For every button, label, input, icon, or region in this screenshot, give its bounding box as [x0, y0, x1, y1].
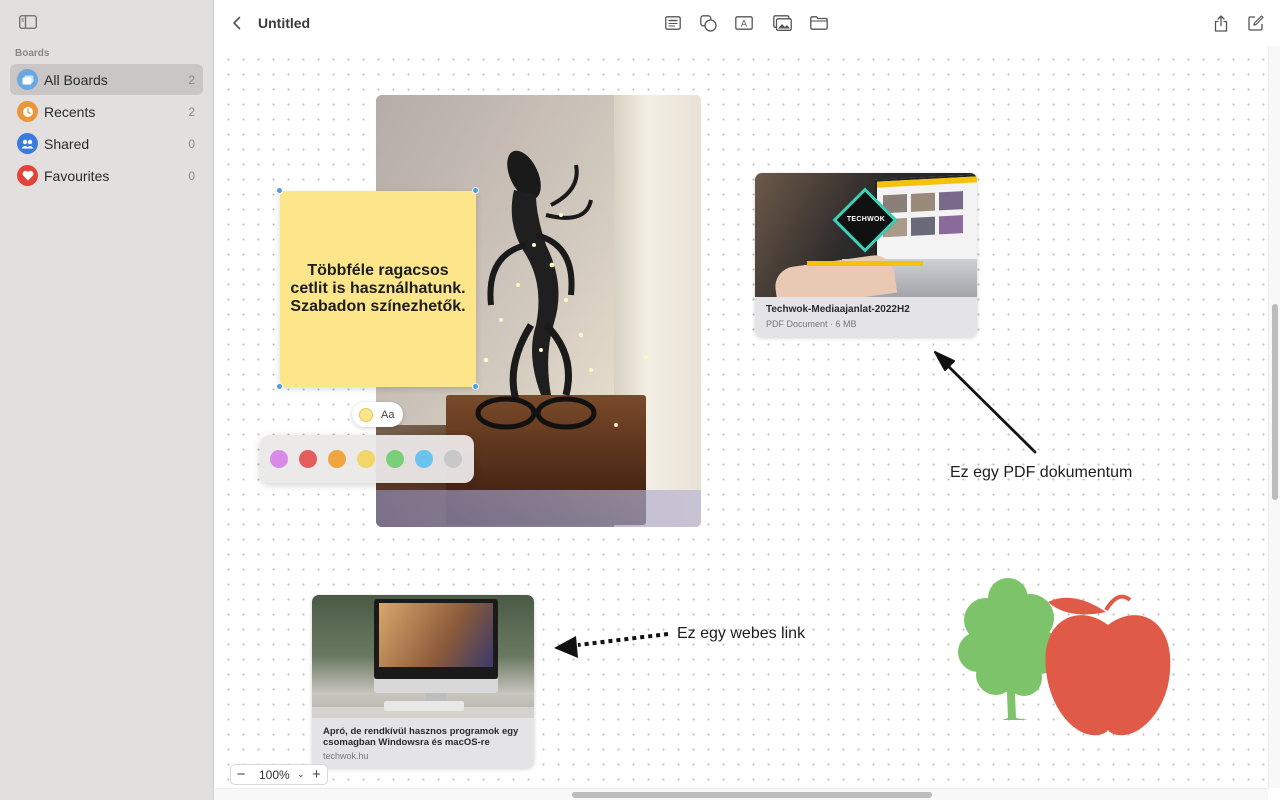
sidebar-item-shared[interactable]: Shared 0 [10, 128, 203, 159]
sticky-note[interactable]: Többféle ragacsos cetlit is használhatun… [280, 191, 476, 387]
color-swatch-purple[interactable] [270, 450, 288, 468]
imac-image [374, 599, 498, 679]
sidebar-toggle-icon[interactable] [19, 15, 37, 29]
sidebar-item-label: Favourites [44, 167, 110, 184]
insert-text-box-button[interactable]: A [733, 12, 755, 34]
color-swatch-yellow[interactable] [357, 450, 375, 468]
sidebar-item-count: 0 [188, 168, 195, 183]
web-link-card[interactable]: Apró, de rendkívül hasznos programok egy… [312, 595, 534, 768]
board-title[interactable]: Untitled [258, 15, 310, 31]
share-icon [1214, 14, 1228, 32]
pdf-thumb-hand [772, 252, 898, 297]
sidebar-item-label: Shared [44, 135, 90, 152]
heart-icon [17, 165, 38, 186]
color-swatch-green[interactable] [386, 450, 404, 468]
link-annotation-text[interactable]: Ez egy webes link [677, 625, 805, 643]
chevron-down-icon[interactable]: ⌄ [297, 769, 305, 780]
insert-text-block-button[interactable] [662, 12, 684, 34]
scroll-thumb[interactable] [572, 792, 932, 798]
color-palette [260, 435, 474, 483]
horizontal-scrollbar[interactable] [215, 788, 1268, 800]
new-board-button[interactable] [1245, 12, 1267, 34]
sidebar-heading: Boards [15, 48, 50, 59]
zoom-out-button[interactable]: − [231, 766, 251, 783]
photo-icon [772, 15, 792, 31]
resize-handle[interactable] [472, 383, 479, 390]
sticky-style-button[interactable]: Aa [352, 402, 403, 427]
logo-text: TECHWOK [846, 216, 886, 223]
pdf-file-card[interactable]: TECHWOK Techwok-Mediaajanlat-2022H2 PDF … [755, 173, 977, 337]
pdf-title: Techwok-Mediaajanlat-2022H2 [766, 304, 910, 315]
zoom-level[interactable]: 100% [259, 768, 295, 782]
sidebar-item-label: All Boards [44, 71, 108, 88]
zoom-in-button[interactable]: + [307, 766, 327, 783]
color-swatch-gray[interactable] [444, 450, 462, 468]
imac-chin [374, 679, 498, 693]
color-swatch-blue[interactable] [415, 450, 433, 468]
people-icon [17, 133, 38, 154]
share-button[interactable] [1210, 12, 1232, 34]
web-link-thumbnail [312, 595, 534, 718]
insert-media-button[interactable] [771, 12, 793, 34]
web-link-title: Apró, de rendkívül hasznos programok egy… [323, 726, 519, 748]
resize-handle[interactable] [276, 187, 283, 194]
resize-handle[interactable] [472, 187, 479, 194]
back-button[interactable] [226, 12, 248, 34]
sidebar-item-count: 2 [188, 104, 195, 119]
pdf-annotation-text[interactable]: Ez egy PDF dokumentum [950, 464, 1132, 482]
keyboard-image [384, 701, 464, 711]
compose-icon [1248, 15, 1264, 31]
sidebar: Boards All Boards 2 Recents 2 Shared 0 F… [0, 0, 214, 800]
sidebar-item-count: 2 [188, 72, 195, 87]
pdf-thumb-banner [807, 261, 923, 266]
resize-handle[interactable] [276, 383, 283, 390]
vertical-scrollbar[interactable] [1268, 46, 1280, 788]
clock-icon [17, 101, 38, 122]
tree-apple-sticker[interactable] [958, 570, 1178, 750]
current-color-swatch [359, 407, 373, 422]
apple-icon [1045, 594, 1171, 736]
text-style-label: Aa [381, 408, 395, 421]
svg-text:A: A [741, 20, 748, 30]
toolbar: Untitled A [215, 0, 1280, 46]
color-swatch-orange[interactable] [328, 450, 346, 468]
insert-file-button[interactable] [808, 12, 830, 34]
sidebar-item-recents[interactable]: Recents 2 [10, 96, 203, 127]
text-box-icon: A [735, 16, 753, 30]
shapes-icon [699, 14, 717, 32]
sidebar-item-count: 0 [188, 136, 195, 151]
insert-shape-button[interactable] [697, 12, 719, 34]
pdf-meta: PDF Document · 6 MB [766, 319, 857, 329]
web-link-domain: techwok.hu [323, 751, 369, 761]
color-swatch-red[interactable] [299, 450, 317, 468]
chevron-left-icon [233, 16, 241, 30]
scroll-thumb[interactable] [1272, 304, 1278, 500]
zoom-control: − 100% ⌄ + [230, 764, 328, 785]
boards-icon [17, 69, 38, 90]
note-icon [665, 16, 681, 30]
sidebar-item-all-boards[interactable]: All Boards 2 [10, 64, 203, 95]
sidebar-item-favourites[interactable]: Favourites 0 [10, 160, 203, 191]
folder-icon [810, 16, 828, 30]
pdf-thumbnail: TECHWOK [755, 173, 977, 297]
sidebar-item-label: Recents [44, 103, 96, 120]
